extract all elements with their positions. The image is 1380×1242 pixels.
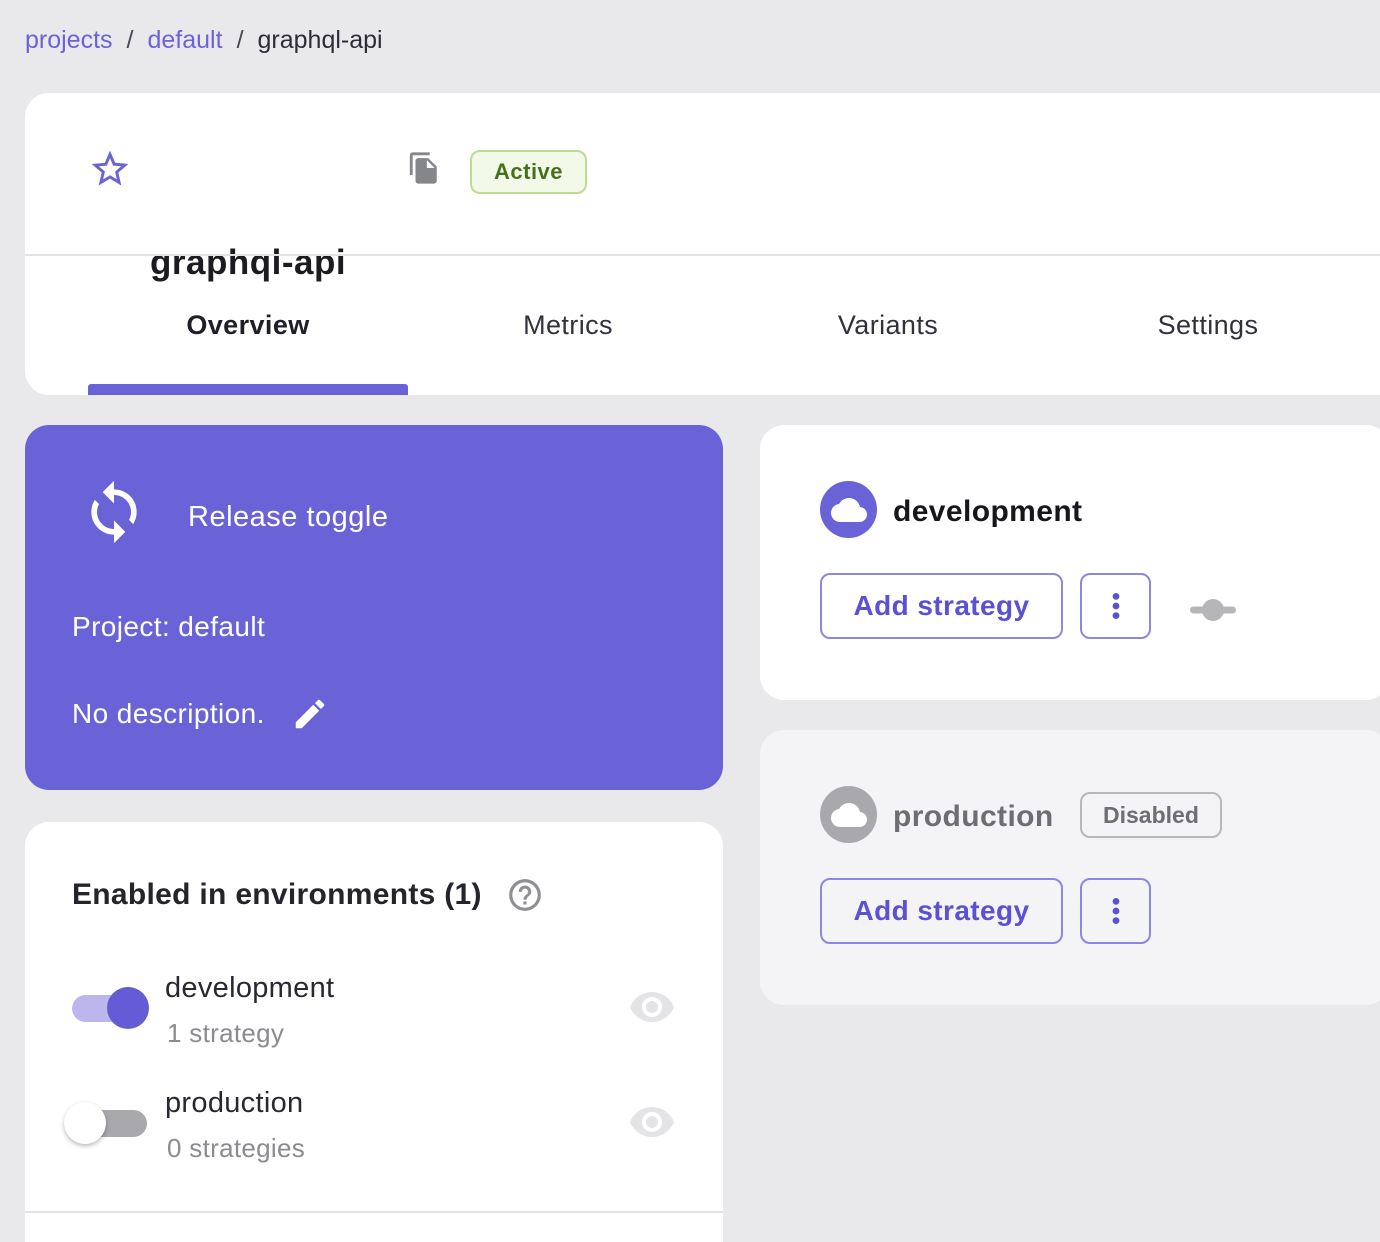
panel-divider (25, 1211, 723, 1213)
breadcrumb-separator: / (236, 26, 244, 54)
cloud-icon (820, 481, 877, 538)
environment-card-production: production Disabled Add strategy (760, 730, 1380, 1005)
breadcrumb-current-feature: graphql-api (257, 26, 383, 54)
kebab-menu-icon[interactable] (1080, 573, 1151, 639)
environment-row-strategies: 1 strategy (167, 1018, 285, 1048)
feature-description-row: No description. (72, 695, 329, 733)
environment-card-development: development Add strategy (760, 425, 1380, 700)
breadcrumb: projects / default / graphql-api (25, 26, 383, 55)
environment-row-name: production (165, 1087, 304, 1119)
edit-description-pencil-icon[interactable] (291, 695, 329, 733)
breadcrumb-projects-link[interactable]: projects (25, 26, 113, 55)
add-strategy-button[interactable]: Add strategy (820, 573, 1063, 639)
feature-description: No description. (72, 698, 265, 729)
enabled-environments-panel: Enabled in environments (1) development … (25, 822, 723, 1242)
environment-toggle-development[interactable] (72, 987, 149, 1029)
status-badge: Active (470, 150, 588, 194)
favorite-star-icon[interactable] (88, 147, 132, 191)
kebab-menu-icon[interactable] (1080, 878, 1151, 944)
environment-name: development (893, 495, 1083, 528)
question-circle-icon[interactable] (506, 876, 544, 914)
feature-project-label: Project: default (72, 611, 266, 642)
copy-icon[interactable] (407, 151, 441, 185)
feature-type-label: Release toggle (188, 501, 389, 533)
tab-metrics[interactable]: Metrics (408, 256, 728, 395)
breadcrumb-project-link[interactable]: default (148, 26, 223, 55)
feature-type-card: Release toggle Project: default No descr… (25, 425, 723, 790)
toggle-thumb (107, 987, 149, 1029)
slider-handle-icon[interactable] (1190, 599, 1236, 621)
feature-header-card: graphql-api Active Overview Metrics Vari… (25, 93, 1380, 395)
tab-variants[interactable]: Variants (728, 256, 1048, 395)
environment-row-name: development (165, 972, 335, 1004)
sync-loop-icon (80, 478, 148, 546)
environment-row-strategies: 0 strategies (167, 1133, 306, 1163)
toggle-thumb (64, 1102, 106, 1144)
environment-name: production (893, 800, 1054, 833)
disabled-badge: Disabled (1080, 792, 1222, 838)
enabled-environments-title: Enabled in environments (1) (72, 878, 482, 911)
environment-toggle-production[interactable] (64, 1102, 147, 1144)
eye-icon[interactable] (628, 1098, 676, 1146)
breadcrumb-separator: / (126, 26, 134, 54)
enabled-environments-header: Enabled in environments (1) (72, 876, 544, 914)
active-tab-indicator (88, 384, 408, 395)
eye-icon[interactable] (628, 983, 676, 1031)
feature-page: { "breadcrumb": { "separator": "/", "ite… (0, 0, 1380, 1242)
tab-settings[interactable]: Settings (1048, 256, 1368, 395)
add-strategy-button[interactable]: Add strategy (820, 878, 1063, 944)
cloud-icon (820, 786, 877, 843)
tab-bar: Overview Metrics Variants Settings (88, 256, 1368, 395)
tab-overview[interactable]: Overview (88, 256, 408, 395)
